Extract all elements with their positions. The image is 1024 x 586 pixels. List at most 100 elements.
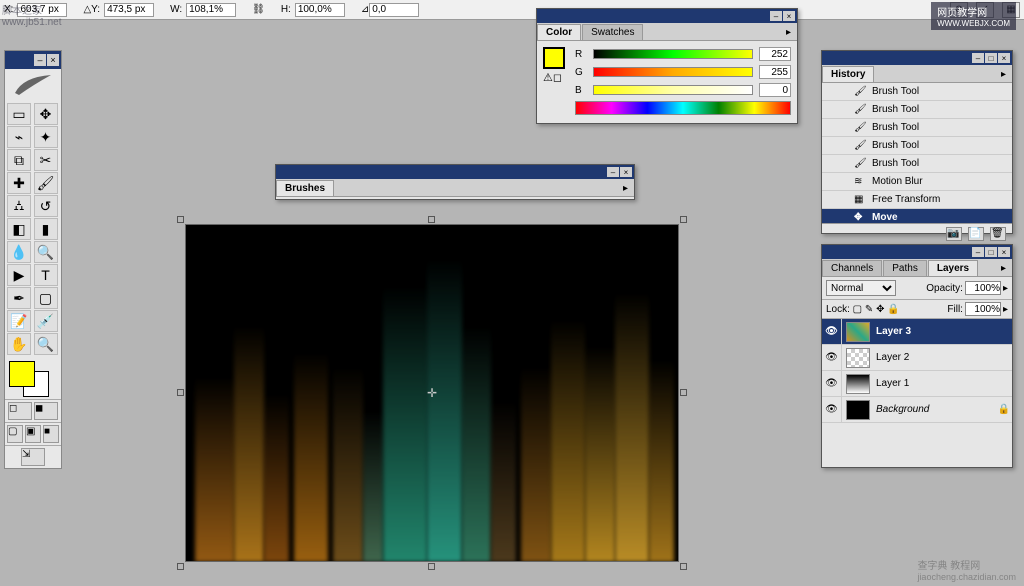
angle-input[interactable] — [369, 3, 419, 17]
visibility-toggle[interactable]: 👁 — [822, 397, 842, 422]
b-slider[interactable] — [593, 85, 753, 95]
r-slider[interactable] — [593, 49, 753, 59]
close-icon[interactable]: × — [783, 11, 795, 21]
g-input[interactable] — [759, 65, 791, 79]
new-document-button[interactable]: 📄 — [968, 227, 984, 241]
layer-item[interactable]: 👁Layer 2 — [822, 345, 1012, 371]
history-item[interactable]: 🖌Brush Tool — [822, 137, 1012, 155]
history-item[interactable]: ✥Move — [822, 209, 1012, 223]
g-slider[interactable] — [593, 67, 753, 77]
color-fg-swatch[interactable] — [543, 47, 565, 69]
screen-mode-1[interactable]: ▢ — [7, 425, 23, 443]
h-input[interactable] — [295, 3, 345, 17]
close-icon[interactable]: × — [998, 53, 1010, 63]
lasso-tool[interactable]: ⌁ — [7, 126, 31, 148]
move-tool[interactable]: ✥ — [34, 103, 58, 125]
b-input[interactable] — [759, 83, 791, 97]
layer-item[interactable]: 👁Layer 1 — [822, 371, 1012, 397]
transform-handle-bl[interactable] — [177, 563, 184, 570]
transform-handle-ml[interactable] — [177, 389, 184, 396]
transform-handle-tl[interactable] — [177, 216, 184, 223]
maximize-icon[interactable]: □ — [985, 53, 997, 63]
commit-transform-button[interactable]: ✓ — [976, 2, 994, 18]
document-canvas[interactable]: ✛ — [185, 224, 679, 562]
minimize-icon[interactable]: – — [770, 11, 782, 21]
quickmask-mode-button[interactable]: ◼ — [34, 402, 58, 420]
tab-paths[interactable]: Paths — [883, 260, 927, 276]
transform-handle-tm[interactable] — [428, 216, 435, 223]
minimize-icon[interactable]: – — [972, 247, 984, 257]
maximize-icon[interactable]: □ — [985, 247, 997, 257]
visibility-toggle[interactable]: 👁 — [822, 371, 842, 396]
transform-handle-bm[interactable] — [428, 563, 435, 570]
stamp-tool[interactable]: ⛼ — [7, 195, 31, 217]
palette-well-button[interactable]: ▦ — [1002, 2, 1020, 18]
eyedropper-tool[interactable]: 💉 — [34, 310, 58, 332]
history-item[interactable]: ▦Free Transform — [822, 191, 1012, 209]
brush-tool[interactable]: 🖌 — [34, 172, 58, 194]
heal-tool[interactable]: ✚ — [7, 172, 31, 194]
slice-tool[interactable]: ✂ — [34, 149, 58, 171]
minimize-icon[interactable]: – — [607, 167, 619, 177]
history-item[interactable]: ≋Motion Blur — [822, 173, 1012, 191]
r-input[interactable] — [759, 47, 791, 61]
history-item[interactable]: 🖌Brush Tool — [822, 155, 1012, 173]
panel-menu-icon[interactable]: ▸ — [780, 25, 797, 40]
close-icon[interactable]: × — [998, 247, 1010, 257]
blur-tool[interactable]: 💧 — [7, 241, 31, 263]
visibility-toggle[interactable]: 👁 — [822, 319, 842, 344]
new-snapshot-button[interactable]: 📷 — [946, 227, 962, 241]
jump-to-button[interactable]: ⇲ — [21, 448, 45, 466]
crop-tool[interactable]: ⧉ — [7, 149, 31, 171]
notes-tool[interactable]: 📝 — [7, 310, 31, 332]
tab-channels[interactable]: Channels — [822, 260, 882, 276]
standard-mode-button[interactable]: ◻ — [8, 402, 32, 420]
zoom-tool[interactable]: 🔍 — [34, 333, 58, 355]
history-brush-tool[interactable]: ↺ — [34, 195, 58, 217]
transform-handle-mr[interactable] — [680, 389, 687, 396]
opacity-input[interactable] — [965, 281, 1001, 295]
eraser-tool[interactable]: ◧ — [7, 218, 31, 240]
layer-thumbnail[interactable] — [846, 400, 870, 420]
minimize-icon[interactable]: – — [972, 53, 984, 63]
layer-thumbnail[interactable] — [846, 374, 870, 394]
tab-color[interactable]: Color — [537, 24, 581, 40]
type-tool[interactable]: T — [34, 264, 58, 286]
link-icon[interactable]: ⛓ — [252, 4, 265, 15]
dodge-tool[interactable]: 🔍 — [34, 241, 58, 263]
pen-tool[interactable]: ✒ — [7, 287, 31, 309]
transform-handle-br[interactable] — [680, 563, 687, 570]
x-input[interactable] — [17, 3, 67, 17]
foreground-swatch[interactable] — [9, 361, 35, 387]
transform-center-icon[interactable]: ✛ — [427, 386, 437, 400]
shape-tool[interactable]: ▢ — [34, 287, 58, 309]
visibility-toggle[interactable]: 👁 — [822, 345, 842, 370]
tab-swatches[interactable]: Swatches — [582, 24, 643, 40]
history-item[interactable]: 🖌Brush Tool — [822, 83, 1012, 101]
layer-item[interactable]: 👁Layer 3 — [822, 319, 1012, 345]
layer-thumbnail[interactable] — [846, 348, 870, 368]
screen-mode-2[interactable]: ▣ — [25, 425, 41, 443]
fill-input[interactable] — [965, 302, 1001, 316]
transform-handle-tr[interactable] — [680, 216, 687, 223]
w-input[interactable] — [186, 3, 236, 17]
screen-mode-3[interactable]: ■ — [43, 425, 59, 443]
tab-brushes[interactable]: Brushes — [276, 180, 334, 196]
delete-state-button[interactable]: 🗑 — [990, 227, 1006, 241]
minimize-icon[interactable]: – — [34, 54, 46, 66]
marquee-tool[interactable]: ▭ — [7, 103, 31, 125]
cancel-transform-button[interactable]: ⊘ — [950, 2, 968, 18]
history-item[interactable]: 🖌Brush Tool — [822, 101, 1012, 119]
tab-layers[interactable]: Layers — [928, 260, 978, 276]
path-select-tool[interactable]: ▶ — [7, 264, 31, 286]
y-input[interactable] — [104, 3, 154, 17]
history-item[interactable]: 🖌Brush Tool — [822, 119, 1012, 137]
panel-menu-icon[interactable]: ▸ — [995, 67, 1012, 82]
close-icon[interactable]: × — [620, 167, 632, 177]
wand-tool[interactable]: ✦ — [34, 126, 58, 148]
close-icon[interactable]: × — [47, 54, 59, 66]
color-spectrum[interactable] — [575, 101, 791, 115]
panel-menu-icon[interactable]: ▸ — [995, 261, 1012, 276]
blend-mode-select[interactable]: Normal — [826, 280, 896, 296]
panel-menu-icon[interactable]: ▸ — [617, 181, 634, 196]
